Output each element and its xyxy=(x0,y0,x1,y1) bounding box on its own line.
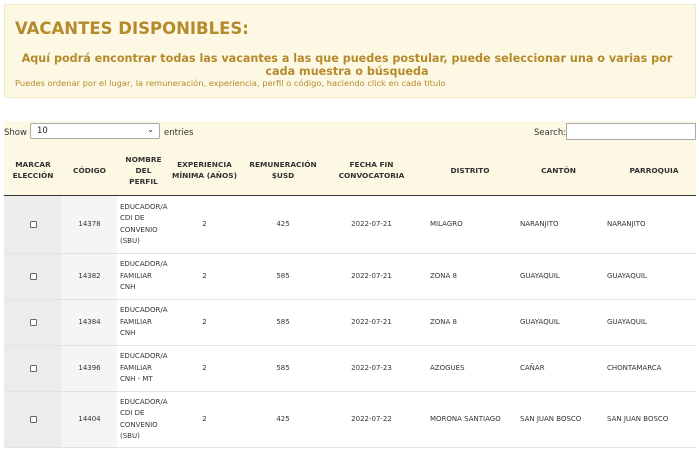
show-label: Show xyxy=(4,128,27,138)
header-fecha[interactable]: FECHA FIN CONVOCATORIA xyxy=(324,145,419,195)
cell-experiencia: 2 xyxy=(202,271,207,280)
cell-parroquia: GUAYAQUIL xyxy=(607,317,647,326)
table-header: MARCAR ELECCIÓN CÓDIGO NOMBRE DEL PERFIL… xyxy=(4,145,696,196)
cell-fecha: 2022-07-21 xyxy=(351,219,392,228)
cell-experiencia: 2 xyxy=(202,363,207,372)
cell-parroquia: GUAYAQUIL xyxy=(607,271,647,280)
cell-canton: CAÑAR xyxy=(520,363,545,372)
cell-distrito: MORONA SANTIAGO xyxy=(430,414,501,423)
header-marcar[interactable]: MARCAR ELECCIÓN xyxy=(4,145,62,195)
cell-canton: GUAYAQUIL xyxy=(520,271,560,280)
cell-experiencia: 2 xyxy=(202,317,207,326)
cell-fecha: 2022-07-21 xyxy=(351,271,392,280)
cell-fecha: 2022-07-22 xyxy=(351,414,392,423)
cell-remuneracion: 425 xyxy=(276,414,290,423)
header-perfil[interactable]: NOMBRE DEL PERFIL xyxy=(117,145,167,195)
table-row: 14382 EDUCADOR/A FAMILIAR CNH 2 585 2022… xyxy=(4,254,696,300)
cell-parroquia: CHONTAMARCA xyxy=(607,363,662,372)
cell-canton: GUAYAQUIL xyxy=(520,317,560,326)
chevron-down-icon: ⌄ xyxy=(147,125,154,134)
search-label: Search: xyxy=(534,128,567,138)
page-subtitle: Aquí podrá encontrar todas las vacantes … xyxy=(21,52,673,78)
cell-fecha: 2022-07-21 xyxy=(351,317,392,326)
cell-distrito: AZOGUES xyxy=(430,363,465,372)
header-canton[interactable]: CANTÓN xyxy=(516,145,601,195)
cell-codigo: 14404 xyxy=(62,392,117,447)
cell-remuneracion: 585 xyxy=(276,271,290,280)
cell-distrito: MILAGRO xyxy=(430,219,463,228)
cell-perfil: EDUCADOR/A FAMILIAR CNH xyxy=(120,260,168,292)
select-checkbox[interactable] xyxy=(29,365,37,372)
select-checkbox[interactable] xyxy=(29,416,37,423)
cell-codigo: 14396 xyxy=(62,346,117,391)
page-size-value: 10 xyxy=(37,126,48,136)
table-row: 14404 EDUCADOR/A CDI DE CONVENIO (SBU) 2… xyxy=(4,392,696,448)
table-row: 14378 EDUCADOR/A CDI DE CONVENIO (SBU) 2… xyxy=(4,196,696,254)
search-input[interactable] xyxy=(566,123,696,140)
table-row: 14384 EDUCADOR/A FAMILIAR CNH 2 585 2022… xyxy=(4,300,696,346)
page-title: VACANTES DISPONIBLES: xyxy=(15,19,249,38)
cell-experiencia: 2 xyxy=(202,219,207,228)
entries-label: entries xyxy=(164,128,194,138)
cell-parroquia: SAN JUAN BOSCO xyxy=(607,414,669,423)
cell-codigo: 14378 xyxy=(62,196,117,253)
header-distrito[interactable]: DISTRITO xyxy=(430,145,510,195)
cell-experiencia: 2 xyxy=(202,414,207,423)
select-checkbox[interactable] xyxy=(29,319,37,326)
cell-remuneracion: 585 xyxy=(276,363,290,372)
header-remuneracion[interactable]: REMUNERACIÓN $USD xyxy=(242,145,324,195)
cell-codigo: 14384 xyxy=(62,300,117,345)
header-experiencia[interactable]: EXPERIENCIA MÍNIMA (AÑOS) xyxy=(167,145,242,195)
page-size-select[interactable]: 10 ⌄ xyxy=(30,123,160,139)
cell-perfil: EDUCADOR/A FAMILIAR CNH - MT xyxy=(120,352,168,384)
cell-codigo: 14382 xyxy=(62,254,117,299)
select-checkbox[interactable] xyxy=(29,273,37,280)
cell-perfil: EDUCADOR/A CDI DE CONVENIO (SBU) xyxy=(120,202,168,246)
cell-canton: SAN JUAN BOSCO xyxy=(520,414,582,423)
cell-distrito: ZONA 8 xyxy=(430,271,458,280)
info-banner: VACANTES DISPONIBLES: Aquí podrá encontr… xyxy=(4,4,696,98)
sort-hint: Puedes ordenar por el lugar, la remunera… xyxy=(15,78,446,88)
header-codigo[interactable]: CÓDIGO xyxy=(62,145,117,195)
table-controls: Show 10 ⌄ entries Search: xyxy=(4,121,696,145)
cell-canton: NARANJITO xyxy=(520,219,559,228)
cell-distrito: ZONA 8 xyxy=(430,317,458,326)
cell-remuneracion: 425 xyxy=(276,219,290,228)
table-row: 14396 EDUCADOR/A FAMILIAR CNH - MT 2 585… xyxy=(4,346,696,392)
cell-remuneracion: 585 xyxy=(276,317,290,326)
cell-perfil: EDUCADOR/A CDI DE CONVENIO (SBU) xyxy=(120,397,168,441)
cell-parroquia: NARANJITO xyxy=(607,219,646,228)
header-parroquia[interactable]: PARROQUIA xyxy=(609,145,699,195)
cell-perfil: EDUCADOR/A FAMILIAR CNH xyxy=(120,306,168,338)
cell-fecha: 2022-07-23 xyxy=(351,363,392,372)
select-checkbox[interactable] xyxy=(29,221,37,228)
